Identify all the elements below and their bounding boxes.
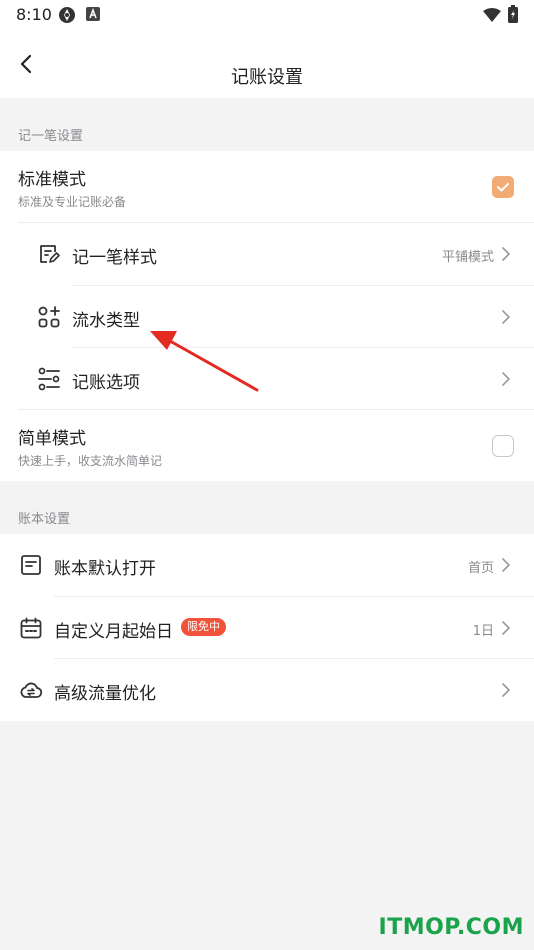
book-settings-card: 账本默认打开 首页 自定义月起始日 限免中 1日 高级流量优化 — [0, 534, 534, 721]
section-label-book: 账本设置 — [18, 512, 71, 527]
cloud-sync-icon — [19, 678, 43, 702]
month-start-day-value: 1日 — [472, 624, 494, 639]
free-badge: 限免中 — [181, 618, 226, 636]
month-start-day-label: 自定义月起始日 — [54, 622, 173, 642]
watermark: ITMOP.COM — [378, 915, 524, 940]
book-default-open-label: 账本默认打开 — [54, 559, 156, 579]
chevron-right-icon — [502, 621, 510, 635]
calendar-icon — [19, 616, 43, 640]
chevron-right-icon — [502, 558, 510, 572]
book-default-open-value: 首页 — [467, 561, 494, 576]
chevron-right-icon — [502, 683, 510, 697]
book-default-open-row[interactable]: 账本默认打开 首页 — [0, 534, 534, 596]
annotation-arrow-icon — [150, 331, 259, 392]
traffic-optimize-label: 高级流量优化 — [54, 684, 156, 704]
document-icon — [19, 553, 43, 577]
month-start-day-row[interactable]: 自定义月起始日 限免中 1日 — [0, 597, 534, 659]
traffic-optimize-row[interactable]: 高级流量优化 — [0, 659, 534, 721]
